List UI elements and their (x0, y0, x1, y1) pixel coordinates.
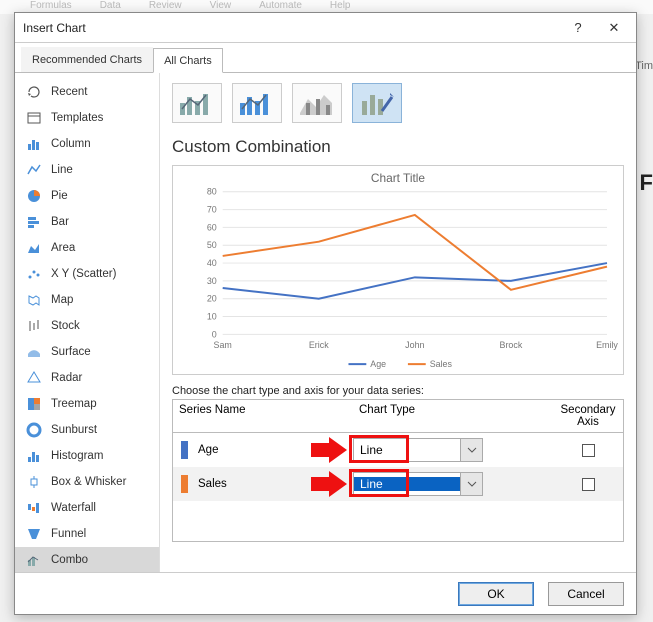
map-icon (25, 292, 43, 308)
col-secondary-axis: Secondary Axis (553, 400, 623, 432)
sidebar-item-stock[interactable]: Stock (15, 313, 159, 339)
svg-text:Chart Title: Chart Title (371, 171, 426, 185)
svg-text:60: 60 (207, 222, 217, 232)
cancel-button[interactable]: Cancel (548, 582, 624, 606)
sidebar-item-column[interactable]: Column (15, 131, 159, 157)
secondary-axis-checkbox-sales[interactable] (582, 478, 595, 491)
sidebar-item-area[interactable]: Area (15, 235, 159, 261)
combo-icon (25, 552, 43, 568)
help-button[interactable]: ? (560, 13, 596, 42)
chart-type-value: Line (354, 443, 460, 457)
chart-type-dropdown-sales[interactable]: Line (353, 472, 483, 496)
surface-icon (25, 344, 43, 360)
dialog-tabs: Recommended Charts All Charts (15, 43, 636, 73)
svg-text:Sales: Sales (430, 359, 453, 369)
recent-icon (25, 84, 43, 100)
insert-chart-dialog: Insert Chart ? ✕ Recommended Charts All … (14, 12, 637, 615)
funnel-icon (25, 526, 43, 542)
background-fragment: F (640, 170, 653, 196)
dialog-title: Insert Chart (23, 21, 560, 35)
chart-preview: Chart Title 0 10 20 30 40 50 60 70 80 Sam Erick John… (172, 165, 624, 375)
sidebar-item-sunburst[interactable]: Sunburst (15, 417, 159, 443)
series-instruction: Choose the chart type and axis for your … (172, 385, 624, 397)
subtype-stacked-area-column[interactable] (292, 83, 342, 123)
sidebar-item-combo[interactable]: Combo (15, 547, 159, 572)
dialog-titlebar: Insert Chart ? ✕ (15, 13, 636, 43)
svg-text:50: 50 (207, 240, 217, 250)
close-button[interactable]: ✕ (596, 13, 632, 42)
series-swatch (181, 475, 188, 493)
combo-subtype-row (172, 83, 624, 123)
chevron-down-icon (460, 439, 482, 461)
dialog-footer: OK Cancel (15, 572, 636, 614)
svg-text:Emily: Emily (596, 340, 618, 350)
svg-text:80: 80 (207, 187, 217, 197)
column-icon (25, 136, 43, 152)
subtype-clustered-column-line-secondary[interactable] (232, 83, 282, 123)
area-icon (25, 240, 43, 256)
sidebar-item-line[interactable]: Line (15, 157, 159, 183)
box-whisker-icon (25, 474, 43, 490)
series-row-sales: Sales Line (173, 467, 623, 501)
svg-text:10: 10 (207, 312, 217, 322)
sidebar-item-pie[interactable]: Pie (15, 183, 159, 209)
svg-text:Brock: Brock (500, 340, 523, 350)
sidebar-item-templates[interactable]: Templates (15, 105, 159, 131)
x-y-scatter--icon (25, 266, 43, 282)
series-name-label: Age (198, 444, 218, 456)
svg-text:Age: Age (370, 359, 386, 369)
stock-icon (25, 318, 43, 334)
sidebar-item-surface[interactable]: Surface (15, 339, 159, 365)
sidebar-item-bar[interactable]: Bar (15, 209, 159, 235)
templates-icon (25, 110, 43, 126)
sidebar-item-treemap[interactable]: Treemap (15, 391, 159, 417)
sidebar-item-waterfall[interactable]: Waterfall (15, 495, 159, 521)
waterfall-icon (25, 500, 43, 516)
svg-text:John: John (405, 340, 424, 350)
col-chart-type: Chart Type (353, 400, 553, 432)
sidebar-item-funnel[interactable]: Funnel (15, 521, 159, 547)
ok-button[interactable]: OK (458, 582, 534, 606)
series-row-age: Age Line (173, 433, 623, 467)
subtype-custom-combination[interactable] (352, 83, 402, 123)
section-heading: Custom Combination (172, 137, 624, 157)
tab-all-charts[interactable]: All Charts (153, 48, 223, 73)
histogram-icon (25, 448, 43, 464)
svg-text:30: 30 (207, 276, 217, 286)
svg-text:0: 0 (212, 329, 217, 339)
chart-type-value: Line (354, 477, 460, 491)
sidebar-item-radar[interactable]: Radar (15, 365, 159, 391)
bar-icon (25, 214, 43, 230)
line-icon (25, 162, 43, 178)
svg-text:70: 70 (207, 205, 217, 215)
svg-text:40: 40 (207, 258, 217, 268)
secondary-axis-checkbox-age[interactable] (582, 444, 595, 457)
sidebar-item-x-y-scatter-[interactable]: X Y (Scatter) (15, 261, 159, 287)
series-grid: Series Name Chart Type Secondary Axis Ag… (172, 399, 624, 542)
svg-text:Erick: Erick (309, 340, 329, 350)
sidebar-item-recent[interactable]: Recent (15, 79, 159, 105)
sidebar-item-map[interactable]: Map (15, 287, 159, 313)
treemap-icon (25, 396, 43, 412)
sunburst-icon (25, 422, 43, 438)
svg-text:20: 20 (207, 294, 217, 304)
series-name-label: Sales (198, 478, 227, 490)
sidebar-item-histogram[interactable]: Histogram (15, 443, 159, 469)
col-series-name: Series Name (173, 400, 353, 432)
radar-icon (25, 370, 43, 386)
chevron-down-icon (460, 473, 482, 495)
tab-recommended-charts[interactable]: Recommended Charts (21, 47, 153, 72)
pie-icon (25, 188, 43, 204)
subtype-clustered-column-line[interactable] (172, 83, 222, 123)
sidebar-item-box-whisker[interactable]: Box & Whisker (15, 469, 159, 495)
series-swatch (181, 441, 188, 459)
chart-type-dropdown-age[interactable]: Line (353, 438, 483, 462)
chart-type-sidebar: RecentTemplatesColumnLinePieBarAreaX Y (… (15, 73, 160, 572)
svg-text:Sam: Sam (214, 340, 232, 350)
